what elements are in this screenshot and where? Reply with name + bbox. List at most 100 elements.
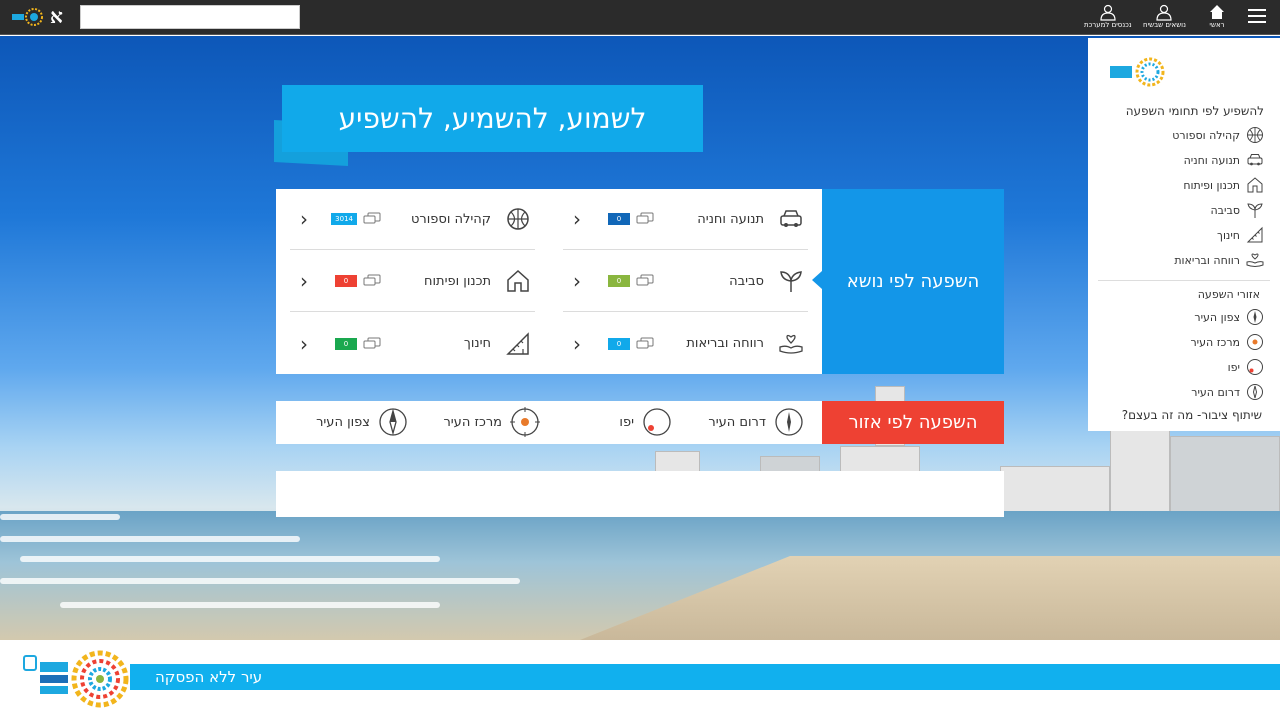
compass-south-icon <box>1247 384 1263 400</box>
search-input[interactable] <box>80 5 300 29</box>
region-jaffa[interactable]: יפו <box>619 407 672 437</box>
side-item-north[interactable]: צפון העיר <box>1194 308 1264 326</box>
public-participation-link[interactable]: שיתוף ציבור- מה זה בעצם? <box>1122 408 1262 422</box>
topic-panel: השפעה לפי נושא תנועה וחניה 0 ‹ סביבה 0 ‹… <box>276 189 1004 374</box>
topic-count-badge: 0 <box>335 275 357 287</box>
chevron-left-icon[interactable]: ‹ <box>567 269 581 293</box>
topic-name: תנועה וחניה <box>697 211 764 227</box>
tel-aviv-logo[interactable] <box>1108 56 1166 88</box>
side-item-south[interactable]: דרום העיר <box>1191 383 1264 401</box>
compass-north-icon <box>1247 309 1263 325</box>
side-item-label: סביבה <box>1210 203 1240 217</box>
side-item-center[interactable]: מרכז העיר <box>1190 333 1264 351</box>
side-item-label: קהילה וספורט <box>1172 128 1240 142</box>
topic-panel-label: השפעה לפי נושא <box>812 189 1004 374</box>
topic-education[interactable]: חינוך 0 ‹ <box>290 313 535 374</box>
side-item-label: מרכז העיר <box>1190 335 1240 349</box>
compass-jaffa-icon <box>1247 359 1263 375</box>
menu-icon[interactable] <box>1248 9 1266 23</box>
region-south[interactable]: דרום העיר <box>708 407 804 437</box>
region-bar-label: השפעה לפי אזור <box>822 401 1004 444</box>
comments-icon <box>363 212 381 224</box>
chevron-left-icon[interactable]: ‹ <box>294 269 308 293</box>
region-bar: השפעה לפי אזור דרום העיר יפו מרכז העיר צ… <box>276 401 1004 444</box>
topic-name: חינוך <box>463 336 491 351</box>
footer: עיר ללא הפסקה <box>0 640 1280 720</box>
top-bar: א נכנסים למערכת נושאים שבשיח ראשי <box>0 0 1280 35</box>
hand-heart-icon <box>779 334 803 354</box>
ruler-icon <box>1246 226 1263 243</box>
sprout-icon <box>780 271 802 292</box>
comments-icon <box>636 212 654 224</box>
side-item-label: רווחה ובריאות <box>1174 253 1240 267</box>
tel-aviv-yafo-logo[interactable] <box>22 648 132 710</box>
ball-icon <box>1247 127 1263 143</box>
topic-name: קהילה וספורט <box>410 211 491 227</box>
topic-count-badge: 0 <box>335 337 357 350</box>
side-item-label: צפון העיר <box>1194 310 1240 324</box>
ball-icon <box>507 208 529 230</box>
topic-environment[interactable]: סביבה 0 ‹ <box>563 251 808 312</box>
home-icon <box>1210 5 1224 19</box>
chevron-left-icon[interactable]: ‹ <box>294 207 308 231</box>
region-name: יפו <box>619 414 634 430</box>
person-icon <box>1100 4 1116 21</box>
car-icon <box>1247 154 1263 166</box>
comments-icon <box>636 337 654 348</box>
headline: לשמוע, להשמיע, להשפיע <box>282 85 703 152</box>
side-item-label: תנועה וחניה <box>1183 153 1240 167</box>
chevron-left-icon[interactable]: ‹ <box>567 332 581 356</box>
topic-count-badge: 3014 <box>331 213 357 225</box>
region-center[interactable]: מרכז העיר <box>443 407 540 437</box>
font-size-toggle[interactable]: א <box>50 4 63 29</box>
topic-count-badge: 0 <box>608 213 630 225</box>
side-menu: להשפיע לפי תחומי השפעה קהילה וספורט תנוע… <box>1088 38 1280 431</box>
topic-name: תכנון ופיתוח <box>424 273 491 289</box>
topic-community-sport[interactable]: קהילה וספורט 3014 ‹ <box>290 189 535 250</box>
region-name: צפון העיר <box>316 414 370 430</box>
empty-content-box <box>276 471 1004 517</box>
tel-aviv-logo-small[interactable] <box>10 7 44 27</box>
topic-traffic-parking[interactable]: תנועה וחניה 0 ‹ <box>563 189 808 250</box>
nav-login-label: נכנסים למערכת <box>1084 21 1132 29</box>
compass-jaffa-icon <box>643 408 671 436</box>
topic-name: רווחה ובריאות <box>686 336 764 351</box>
side-item-label: תכנון ופיתוח <box>1183 178 1240 192</box>
ruler-icon <box>506 331 529 355</box>
topic-count-badge: 0 <box>608 275 630 287</box>
house-icon <box>507 269 529 292</box>
side-item-label: חינוך <box>1217 228 1240 242</box>
side-menu-divider <box>1098 280 1270 281</box>
topic-name: סביבה <box>729 273 764 289</box>
compass-south-icon <box>775 408 803 436</box>
region-name: דרום העיר <box>708 414 766 430</box>
compass-center-icon <box>1247 334 1263 350</box>
comments-icon <box>363 337 381 348</box>
footer-slogan: עיר ללא הפסקה <box>155 668 263 686</box>
topic-planning-development[interactable]: תכנון ופיתוח 0 ‹ <box>290 251 535 312</box>
nav-home[interactable]: ראשי <box>1208 3 1226 29</box>
side-item-education[interactable]: חינוך <box>1217 226 1264 244</box>
side-item-planning[interactable]: תכנון ופיתוח <box>1183 176 1264 194</box>
topic-count-badge: 0 <box>608 337 630 350</box>
region-name: מרכז העיר <box>443 414 502 430</box>
side-item-community-sport[interactable]: קהילה וספורט <box>1172 126 1264 144</box>
side-menu-section-title: אזורי השפעה <box>1197 288 1260 301</box>
side-item-welfare-health[interactable]: רווחה ובריאות <box>1174 251 1264 269</box>
nav-topics-label: נושאים שבשיח <box>1143 21 1186 29</box>
nav-topics[interactable]: נושאים שבשיח <box>1143 3 1186 29</box>
side-item-label: דרום העיר <box>1191 385 1240 399</box>
side-item-traffic-parking[interactable]: תנועה וחניה <box>1184 151 1264 169</box>
side-item-jaffa[interactable]: יפו <box>1228 358 1264 376</box>
chevron-left-icon[interactable]: ‹ <box>294 332 308 356</box>
region-north[interactable]: צפון העיר <box>316 407 408 437</box>
car-icon <box>780 210 802 227</box>
side-item-environment[interactable]: סביבה <box>1210 201 1264 219</box>
chevron-left-icon[interactable]: ‹ <box>567 207 581 231</box>
topic-welfare-health[interactable]: רווחה ובריאות 0 ‹ <box>563 313 808 374</box>
sprout-icon <box>1247 203 1263 218</box>
compass-north-icon <box>379 408 407 436</box>
nav-login[interactable]: נכנסים למערכת <box>1084 3 1132 29</box>
comments-icon <box>363 274 381 286</box>
footer-band <box>130 664 1280 690</box>
